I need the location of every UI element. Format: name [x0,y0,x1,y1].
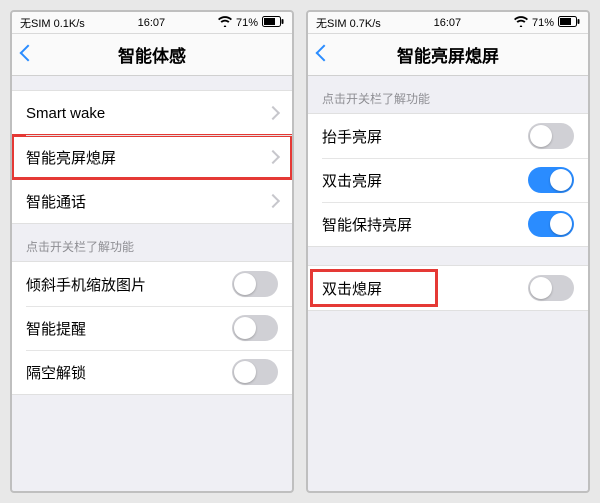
battery-icon [558,16,580,30]
chevron-right-icon [268,193,278,210]
status-time: 16:07 [434,17,462,29]
toggle-smart-stay[interactable] [528,211,574,237]
wifi-icon [514,16,528,30]
row-air-unlock[interactable]: 隔空解锁 [12,350,292,394]
row-double-tap-sleep[interactable]: 双击熄屏 [308,266,588,310]
header: 智能体感 [12,34,292,76]
row-smart-call[interactable]: 智能通话 [12,179,292,223]
chevron-right-icon [268,149,278,166]
row-label: 隔空解锁 [26,362,86,383]
row-smart-stay[interactable]: 智能保持亮屏 [308,202,588,246]
toggle-air-unlock[interactable] [232,359,278,385]
toggle-tilt-zoom[interactable] [232,271,278,297]
status-sim: 无SIM 0.1K/s [20,15,85,31]
page-title: 智能体感 [118,42,186,67]
battery-icon [262,16,284,30]
section-hint: 点击开关栏了解功能 [308,76,588,113]
back-button[interactable] [318,46,330,64]
phone-right: 无SIM 0.7K/s 16:07 71% 智能亮屏熄屏 点击开关栏了解功能 抬… [306,10,590,493]
page-title: 智能亮屏熄屏 [397,42,499,67]
status-bar: 无SIM 0.1K/s 16:07 71% [12,12,292,34]
settings-group-1: 抬手亮屏 双击亮屏 智能保持亮屏 [308,113,588,247]
toggle-raise-to-wake[interactable] [528,123,574,149]
row-label: 双击亮屏 [322,170,382,191]
row-label: 智能保持亮屏 [322,214,412,235]
toggle-double-tap-sleep[interactable] [528,275,574,301]
chevron-right-icon [268,105,278,122]
status-sim: 无SIM 0.7K/s [316,15,381,31]
toggle-double-tap-wake[interactable] [528,167,574,193]
row-label: 智能亮屏熄屏 [26,147,116,168]
status-bar: 无SIM 0.7K/s 16:07 71% [308,12,588,34]
row-tilt-zoom[interactable]: 倾斜手机缩放图片 [12,262,292,306]
settings-group-2: 倾斜手机缩放图片 智能提醒 隔空解锁 [12,261,292,395]
row-label: 智能通话 [26,191,86,212]
phone-left: 无SIM 0.1K/s 16:07 71% 智能体感 Smart wake 智能… [10,10,294,493]
row-smart-wake[interactable]: Smart wake [12,91,292,135]
row-label: 智能提醒 [26,318,86,339]
toggle-smart-alert[interactable] [232,315,278,341]
status-battery: 71% [236,17,258,29]
status-battery: 71% [532,17,554,29]
row-label: 双击熄屏 [322,278,382,299]
back-button[interactable] [22,46,34,64]
header: 智能亮屏熄屏 [308,34,588,76]
row-raise-to-wake[interactable]: 抬手亮屏 [308,114,588,158]
row-smart-screen-onoff[interactable]: 智能亮屏熄屏 [12,135,292,179]
status-time: 16:07 [138,17,166,29]
wifi-icon [218,16,232,30]
settings-group-1: Smart wake 智能亮屏熄屏 智能通话 [12,90,292,224]
row-double-tap-wake[interactable]: 双击亮屏 [308,158,588,202]
row-label: 抬手亮屏 [322,126,382,147]
settings-group-2: 双击熄屏 [308,265,588,311]
row-label: 倾斜手机缩放图片 [26,274,146,295]
row-label: Smart wake [26,105,105,122]
row-smart-alert[interactable]: 智能提醒 [12,306,292,350]
section-hint: 点击开关栏了解功能 [12,224,292,261]
